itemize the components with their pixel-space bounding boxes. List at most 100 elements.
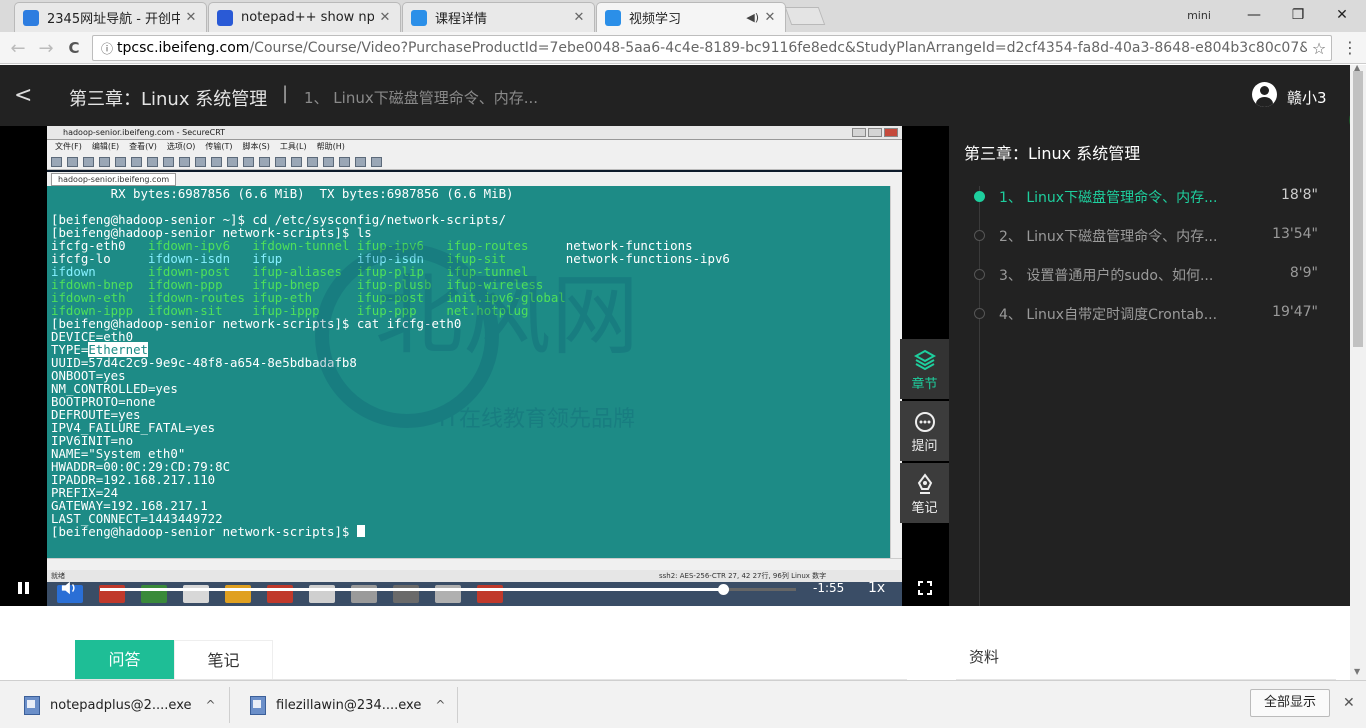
back-arrow-icon[interactable]: < (14, 83, 32, 108)
lesson-item-3[interactable]: 3、 设置普通用户的sudo、如何... 8'9" (971, 259, 1336, 289)
terminal-output: RX bytes:6987856 (6.6 MiB) TX bytes:6987… (47, 186, 890, 558)
user-name[interactable]: 赣小3 (1287, 87, 1327, 108)
close-shelf-icon[interactable]: ✕ (1343, 695, 1355, 711)
playback-speed-button[interactable]: 1x (868, 580, 885, 596)
browser-tab-course-detail[interactable]: 课程详情 ✕ (402, 2, 595, 32)
page-scrollbar[interactable]: ▲ ▼ (1350, 63, 1366, 680)
close-icon[interactable]: ✕ (572, 10, 586, 25)
lesson-label: 4、 Linux自带定时调度Crontab... (999, 307, 1218, 323)
browser-toolbar: ← → C ⓘ tpcsc.ibeifeng.com/Course/Course… (0, 32, 1366, 64)
tab-label: notepad++ show nppf (241, 10, 374, 25)
chapters-button[interactable]: 章节 (900, 339, 949, 399)
lesson-duration: 19'47" (1272, 304, 1318, 320)
player-controls: -1:55 1x (0, 571, 949, 606)
terminal-line: RX bytes:6987856 (6.6 MiB) TX bytes:6987… (51, 186, 514, 201)
mini-label: mini (1187, 8, 1211, 22)
notes-label: 笔记 (911, 501, 938, 516)
lesson-dot-icon (974, 308, 985, 319)
reload-button[interactable]: C (62, 36, 86, 60)
tab-notes[interactable]: 笔记 (174, 640, 273, 680)
site-logo-icon (605, 9, 621, 26)
menu-item: 帮助(H) (316, 142, 345, 151)
questions-button[interactable]: 提问 (900, 401, 949, 461)
volume-icon[interactable] (60, 580, 80, 598)
scrollbar-thumb[interactable] (1353, 71, 1363, 347)
download-shelf: notepadplus@2....exe ^ filezillawin@234.… (0, 680, 1366, 728)
back-button[interactable]: ← (6, 36, 30, 60)
video-frame[interactable]: hadoop-senior.ibeifeng.com - SecureCRT 文… (47, 126, 902, 606)
fullscreen-icon[interactable] (918, 581, 932, 595)
securecrt-session-tabs: hadoop-senior.ibeifeng.com (47, 172, 902, 186)
tab-qa[interactable]: 问答 (75, 640, 174, 680)
download-item-notepad[interactable]: notepadplus@2....exe ^ (22, 688, 216, 722)
close-icon[interactable]: ✕ (763, 10, 777, 25)
download-item-filezilla[interactable]: filezillawin@234....exe ^ (248, 688, 445, 722)
browser-tab-video[interactable]: 视频学习 ◀) ✕ (596, 2, 786, 32)
lesson-item-4[interactable]: 4、 Linux自带定时调度Crontab... 19'47" (971, 298, 1336, 328)
window-close-button[interactable]: ✕ (1320, 0, 1364, 30)
url-text[interactable]: tpcsc.ibeifeng.com/Course/Course/Video?P… (117, 40, 1307, 56)
layers-icon (913, 349, 936, 371)
chapters-label: 章节 (911, 377, 938, 392)
globe-icon (23, 9, 39, 26)
chevron-up-icon[interactable]: ^ (206, 698, 216, 712)
terminal-line: UUID=57d4c2c9-9e9c-48f8-a654-8e5bdbadafb… (51, 355, 357, 370)
address-bar[interactable]: ⓘ tpcsc.ibeifeng.com/Course/Course/Video… (92, 35, 1332, 61)
browser-tab-strip: 2345网址导航 - 开创中国 ✕ notepad++ show nppf ✕ … (0, 0, 1366, 32)
securecrt-title: hadoop-senior.ibeifeng.com - SecureCRT (63, 128, 226, 137)
terminal-line: [beifeng@hadoop-senior network-scripts]$ (51, 525, 890, 538)
info-icon[interactable]: ⓘ (97, 40, 117, 57)
page: < 第三章：Linux 系统管理 | 1、 Linux下磁盘管理命令、内存...… (0, 65, 1350, 680)
menu-item: 编辑(E) (91, 142, 120, 151)
resources-heading[interactable]: 资料 (969, 646, 999, 667)
menu-item: 脚本(S) (242, 142, 270, 151)
url-path: /Course/Course/Video?PurchaseProductId=7… (249, 40, 1307, 56)
lesson-item-1[interactable]: 1、 Linux下磁盘管理命令、内存... 18'8" (971, 181, 1336, 211)
browser-tab-2345[interactable]: 2345网址导航 - 开创中国 ✕ (14, 2, 207, 32)
notes-button[interactable]: 笔记 (900, 463, 949, 523)
minimize-button[interactable]: — (1232, 0, 1276, 30)
lesson-title: 1、 Linux下磁盘管理命令、内存... (304, 89, 539, 107)
terminal-line: BOOTPROTO=none (51, 394, 156, 409)
terminal-line: IPV4_FAILURE_FATAL=yes (51, 420, 216, 435)
lesson-item-2[interactable]: 2、 Linux下磁盘管理命令、内存... 13'54" (971, 220, 1336, 250)
menu-item: 选项(O) (166, 142, 196, 151)
chevron-up-icon[interactable]: ^ (435, 698, 445, 712)
chapter-title: 第三章：Linux 系统管理 (69, 89, 268, 110)
user-avatar-icon[interactable] (1252, 82, 1277, 107)
progress-thumb[interactable] (717, 584, 729, 595)
download-divider (457, 687, 458, 723)
show-all-downloads-button[interactable]: 全部显示 (1250, 689, 1330, 717)
course-header: < 第三章：Linux 系统管理 | 1、 Linux下磁盘管理命令、内存...… (0, 65, 1350, 126)
download-filename: filezillawin@234....exe (276, 697, 422, 713)
close-icon[interactable]: ✕ (378, 10, 392, 25)
progress-bar[interactable] (100, 584, 796, 595)
close-icon[interactable]: ✕ (184, 10, 198, 25)
lesson-duration: 13'54" (1272, 226, 1318, 242)
session-tab: hadoop-senior.ibeifeng.com (51, 173, 177, 186)
time-remaining: -1:55 (813, 581, 845, 595)
lesson-label: 3、 设置普通用户的sudo、如何... (999, 268, 1214, 284)
new-tab-button[interactable] (784, 7, 826, 25)
restore-button[interactable]: ❐ (1276, 0, 1320, 30)
scroll-down-icon[interactable]: ▼ (1354, 667, 1360, 676)
forward-button[interactable]: → (34, 36, 58, 60)
file-entry: network-functions-ipv6 (565, 251, 730, 266)
browser-menu-icon[interactable]: ⋮ (1340, 38, 1360, 58)
shell-prompt: [beifeng@hadoop-senior network-scripts]$ (51, 524, 357, 539)
pause-icon[interactable] (14, 579, 34, 599)
video-player[interactable]: hadoop-senior.ibeifeng.com - SecureCRT 文… (0, 126, 949, 606)
chat-icon (914, 412, 935, 432)
config-lines: UUID=57d4c2c9-9e9c-48f8-a654-8e5bdbadafb… (51, 356, 890, 525)
speaker-icon[interactable]: ◀) (746, 11, 759, 24)
menu-item: 传输(T) (205, 142, 233, 151)
tab-label: 2345网址导航 - 开创中国 (47, 12, 180, 27)
menu-item: 文件(F) (55, 142, 82, 151)
terminal-line: NM_CONTROLLED=yes (51, 381, 178, 396)
download-filename: notepadplus@2....exe (50, 697, 192, 713)
installer-file-icon (22, 695, 40, 715)
bookmark-star-icon[interactable]: ☆ (1307, 39, 1331, 58)
securecrt-titlebar: hadoop-senior.ibeifeng.com - SecureCRT (47, 126, 902, 140)
browser-tab-notepad[interactable]: notepad++ show nppf ✕ (208, 2, 401, 32)
questions-label: 提问 (911, 439, 938, 454)
